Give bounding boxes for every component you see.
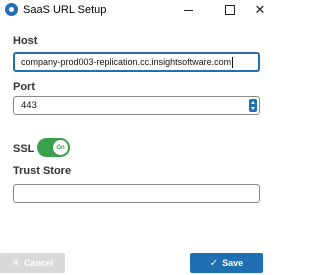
window-title: SaaS URL Setup (23, 4, 107, 16)
minimize-button[interactable] (172, 0, 204, 20)
trust-store-label: Trust Store (13, 165, 72, 177)
stepper-down-icon[interactable] (251, 107, 255, 111)
port-label: Port (13, 81, 35, 93)
close-button[interactable]: ✕ (244, 0, 276, 20)
port-value: 443 (21, 100, 37, 111)
host-value: company-prod003-replication.cc.insightso… (21, 57, 232, 67)
save-label: Save (222, 258, 244, 268)
text-caret (232, 56, 234, 68)
host-label: Host (13, 35, 38, 47)
port-input[interactable]: 443 (13, 96, 260, 115)
maximize-button[interactable] (214, 0, 246, 20)
stepper-up-icon[interactable] (251, 100, 255, 104)
port-stepper[interactable] (249, 99, 257, 112)
ssl-toggle[interactable]: On (37, 138, 70, 157)
host-input[interactable]: company-prod003-replication.cc.insightso… (13, 52, 260, 72)
minimize-icon (183, 9, 193, 11)
save-button[interactable]: ✓ Save (190, 253, 263, 273)
title-bar: SaaS URL Setup ✕ (0, 0, 271, 20)
app-icon (5, 3, 18, 16)
ssl-toggle-text: On (56, 144, 65, 151)
maximize-icon (225, 5, 235, 15)
cancel-icon: ✕ (11, 257, 20, 269)
ssl-label: SSL (13, 143, 35, 155)
trust-store-input[interactable] (13, 184, 260, 203)
toggle-knob: On (53, 140, 68, 155)
check-icon: ✓ (209, 257, 219, 269)
cancel-button[interactable]: ✕ Cancel (0, 253, 65, 273)
close-icon: ✕ (254, 2, 266, 17)
cancel-label: Cancel (23, 258, 54, 268)
